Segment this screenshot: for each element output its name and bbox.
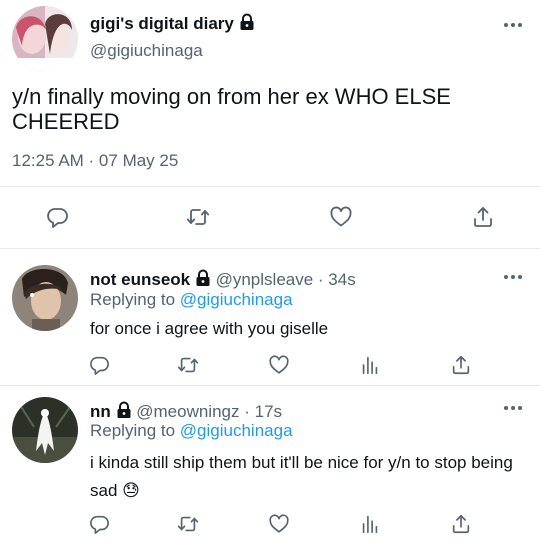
author-header: gigi's digital diary [90,13,255,34]
retweet-icon[interactable] [177,513,199,535]
more-options-icon[interactable] [504,23,522,27]
retweet-icon[interactable] [186,205,210,229]
replying-to-label: Replying to [90,421,176,440]
lock-icon [239,13,255,31]
share-icon[interactable] [471,205,495,229]
share-icon[interactable] [450,354,472,376]
more-options-icon[interactable] [504,275,522,279]
like-icon[interactable] [268,354,290,376]
display-name[interactable]: gigi's digital diary [90,14,234,33]
replying-to: Replying to @gigiuchinaga [90,290,293,310]
timestamp[interactable]: 12:25 AM · 07 May 25 [12,151,178,171]
reply-time[interactable]: · 17s [244,402,282,421]
handle[interactable]: @gigiuchinaga [90,41,203,61]
reply-icon[interactable] [88,354,110,376]
replying-to-handle[interactable]: @gigiuchinaga [180,290,293,309]
display-name[interactable]: nn [90,402,111,421]
replying-to: Replying to @gigiuchinaga [90,421,293,441]
handle[interactable]: @meowningz [136,402,239,421]
avatar[interactable] [12,6,78,72]
lock-icon [116,401,132,419]
handle[interactable]: @ynplsleave [216,270,314,289]
analytics-icon[interactable] [359,513,381,535]
reply-time[interactable]: · 34s [318,270,356,289]
replying-to-label: Replying to [90,290,176,309]
reply-text: i kinda still ship them but it'll be nic… [90,449,520,505]
like-icon[interactable] [329,205,353,229]
divider [0,385,540,386]
tweet-text: y/n finally moving on from her ex WHO EL… [12,84,451,134]
replying-to-handle[interactable]: @gigiuchinaga [180,421,293,440]
divider [0,186,540,187]
reply-icon[interactable] [88,513,110,535]
reply-icon[interactable] [45,205,69,229]
reply-text: for once i agree with you giselle [90,319,329,338]
analytics-icon[interactable] [359,354,381,376]
share-icon[interactable] [450,513,472,535]
reply-header: nn @meowningz · 17s [90,401,282,422]
avatar[interactable] [12,265,78,331]
sad-emoji: 😓 [122,481,140,501]
display-name[interactable]: not eunseok [90,270,190,289]
divider [0,248,540,249]
avatar[interactable] [12,397,78,463]
retweet-icon[interactable] [177,354,199,376]
reply-header: not eunseok @ynplsleave · 34s [90,269,356,290]
lock-icon [195,269,211,287]
like-icon[interactable] [268,513,290,535]
reply-text-body: i kinda still ship them but it'll be nic… [90,453,513,500]
more-options-icon[interactable] [504,406,522,410]
